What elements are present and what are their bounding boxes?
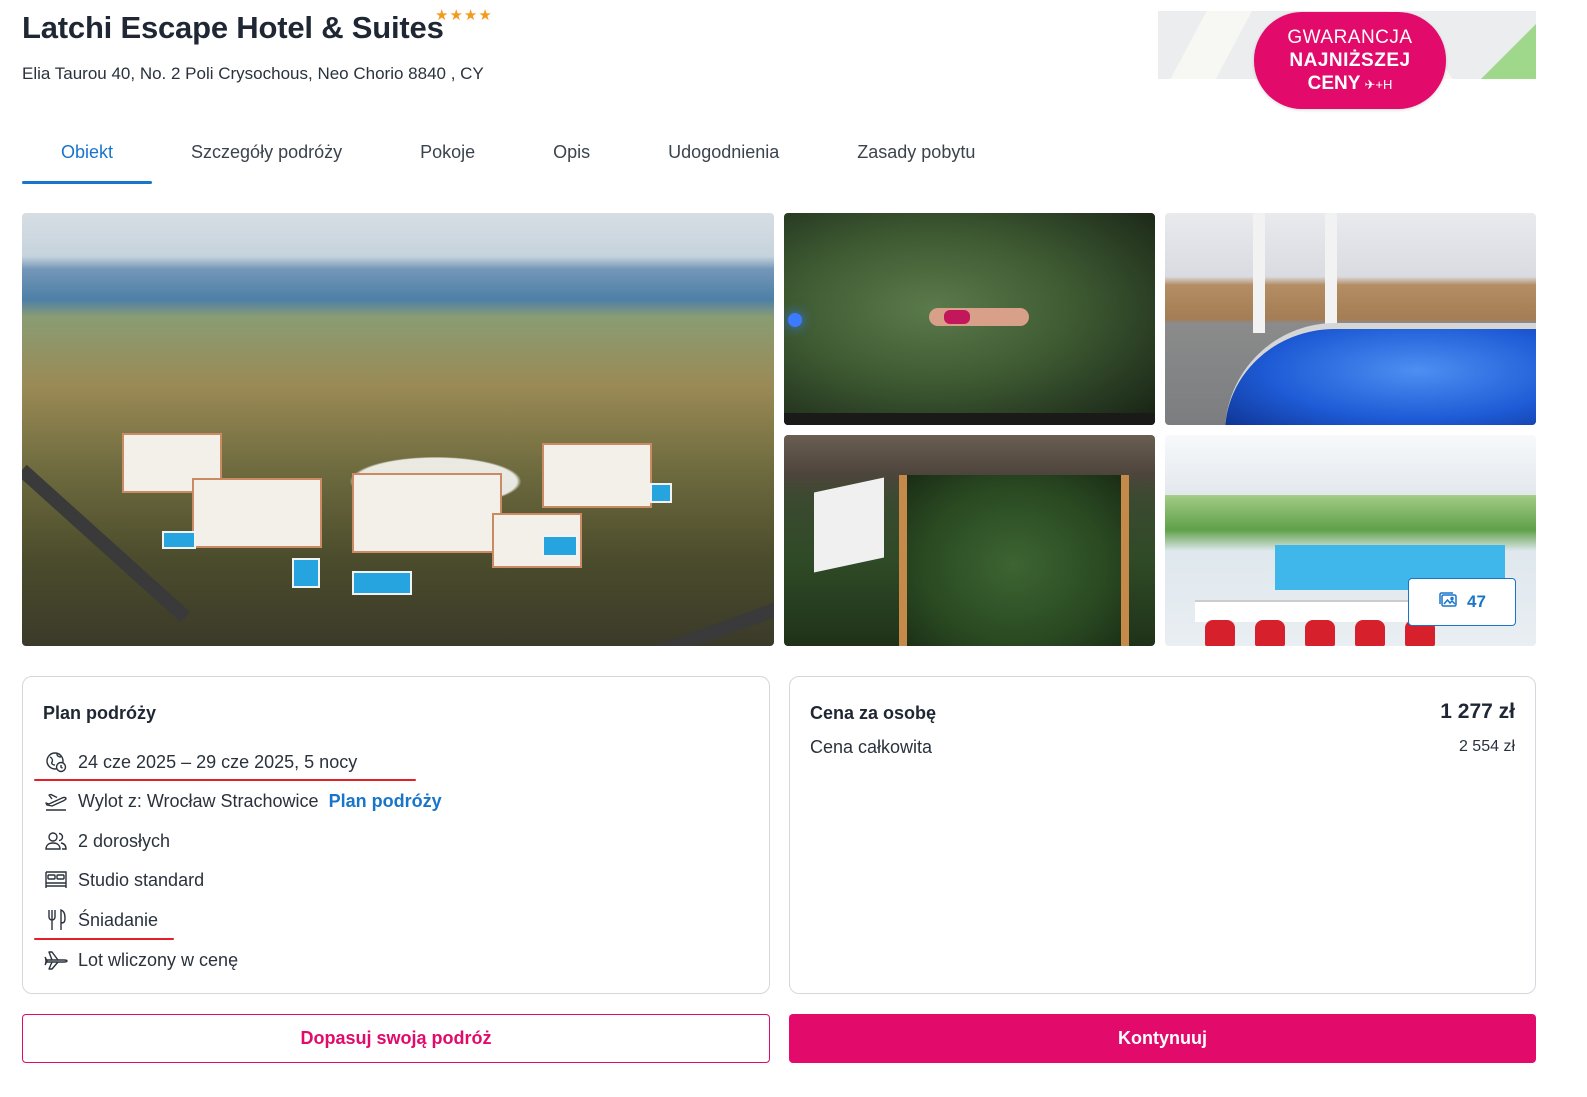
departure-row: Wylot z: Wrocław Strachowice Plan podróż… [43,788,442,814]
photo-pillar [1325,213,1337,333]
pool-edge [784,413,1155,425]
price-per-person-value: 1 277 zł [1440,700,1515,723]
photo-canopy [1165,435,1536,495]
cutlery-icon [43,908,69,932]
star-rating: ★★★★ [435,7,493,24]
customize-trip-button[interactable]: Dopasuj swoją podróż [22,1014,770,1063]
tab-bar: Obiekt Szczegóły podróży Pokoje Opis Udo… [22,126,1014,184]
trip-dates: 24 cze 2025 – 29 cze 2025, 5 nocy [78,751,358,772]
tab-szczegoly-podrozy[interactable]: Szczegóły podróży [152,126,381,184]
tab-pokoje[interactable]: Pokoje [381,126,514,184]
pool-light [788,313,802,327]
photo-pool [292,558,320,588]
total-price-value: 2 554 zł [1458,738,1515,755]
photo-indoor-pool [1225,323,1536,425]
gallery-icon [1438,591,1458,614]
continue-button[interactable]: Kontynuuj [789,1014,1536,1063]
gallery-count-button[interactable]: 47 [1408,578,1516,626]
tab-udogodnienia[interactable]: Udogodnienia [629,126,818,184]
hotel-main-photo[interactable] [22,213,774,646]
photo-building [352,473,502,553]
trip-plan-card: Plan podróży 24 cze 2025 – 29 cze 2025, … [22,676,770,994]
hotel-name: Latchi Escape Hotel & Suites [22,10,444,45]
tab-obiekt[interactable]: Obiekt [22,126,153,184]
badge-line2: NAJNIŻSZEJ [1289,50,1411,71]
gallery-count-label: 47 [1467,592,1486,611]
plane-departure-icon [43,789,69,813]
photo-bar-stool [1205,620,1235,646]
photo-pool [542,535,578,557]
board-type: Śniadanie [78,909,159,930]
total-price-label: Cena całkowita [810,737,933,757]
photo-bar-stool [1305,620,1335,646]
map-park [1481,24,1536,79]
tab-opis[interactable]: Opis [514,126,629,184]
guests-row: 2 dorosłych [43,828,170,854]
guests-count: 2 dorosłych [78,830,171,851]
annotation-underline [34,938,174,940]
badge-line3: CENY ✈+H [1254,72,1446,96]
photo-lounger [814,477,884,573]
trip-plan-link[interactable]: Plan podróży [329,791,442,812]
photo-building [542,443,652,508]
photo-bar-stool [1355,620,1385,646]
indoor-pool-photo[interactable] [1165,213,1536,425]
lowest-price-guarantee-badge[interactable]: GWARANCJA NAJNIŻSZEJ CENY ✈+H [1254,12,1446,109]
photo-building [192,478,322,548]
indoor-lap-pool-photo[interactable] [784,435,1155,646]
calendar-globe-icon [43,750,69,774]
annotation-underline [34,779,416,781]
photo-swimsuit [944,310,970,324]
map-road [1162,11,1254,79]
bed-icon [43,868,69,892]
trip-plan-title: Plan podróży [43,703,157,723]
board-row: Śniadanie [43,907,158,933]
plane-icon [43,948,69,972]
tab-zasady-pobytu[interactable]: Zasady pobytu [818,126,1014,184]
badge-line3-text: CENY [1307,73,1361,94]
pool-swimmer-photo[interactable] [784,213,1155,425]
flight-included: Lot wliczony w cenę [78,949,239,970]
flight-row: Lot wliczony w cenę [43,947,238,973]
price-per-person-label: Cena za osobę [810,703,937,723]
users-icon [43,829,69,853]
hotel-address: Elia Taurou 40, No. 2 Poli Crysochous, N… [22,64,484,83]
room-type: Studio standard [78,869,205,890]
photo-lap-pool [899,475,1129,646]
photo-pillar [1253,213,1265,333]
badge-line1: GWARANCJA [1287,27,1413,48]
price-card: Cena za osobę 1 277 zł Cena całkowita 2 … [789,676,1536,994]
trip-dates-row: 24 cze 2025 – 29 cze 2025, 5 nocy [43,749,357,775]
photo-bar-stool [1255,620,1285,646]
flight-hotel-icon: ✈+H [1364,77,1393,92]
photo-pool [162,531,196,549]
photo-pool [352,571,412,595]
photo-pool [650,483,672,503]
room-row: Studio standard [43,867,204,893]
departure-airport: Wylot z: Wrocław Strachowice [78,790,319,811]
photo-road [586,595,774,646]
